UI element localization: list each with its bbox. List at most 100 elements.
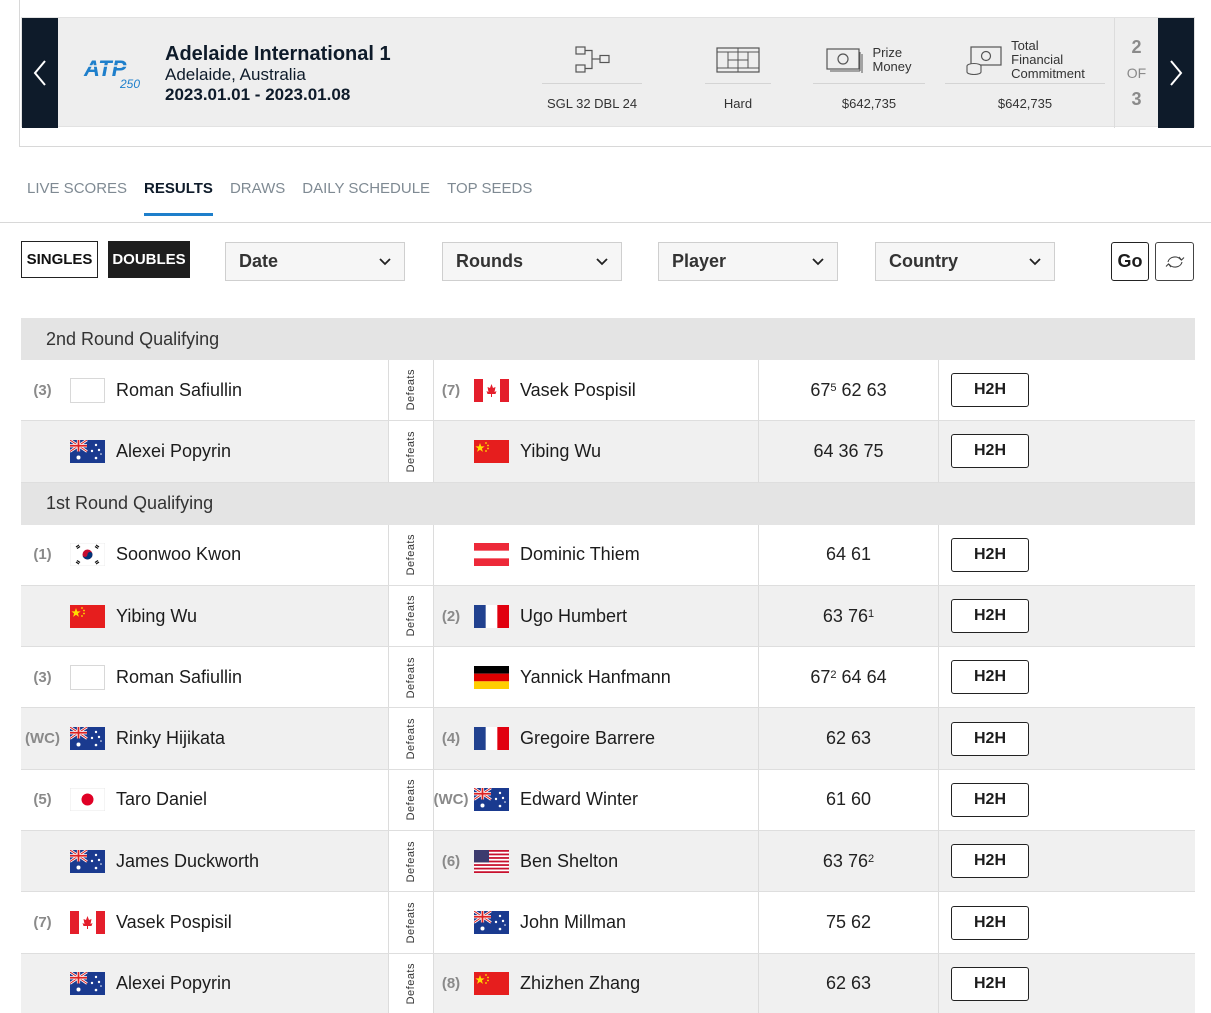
winner-seed: (1) <box>33 546 52 564</box>
winner-flag <box>64 586 110 646</box>
defeats-label: Defeats <box>388 708 434 769</box>
defeats-label: Defeats <box>388 421 434 482</box>
winner-name[interactable]: Alexei Popyrin <box>110 441 231 462</box>
defeats-label: Defeats <box>388 524 434 585</box>
tournament-info: Adelaide International 1 Adelaide, Austr… <box>165 42 391 106</box>
h2h-cell: H2H <box>939 360 1143 420</box>
winner-seed: (WC) <box>25 730 60 748</box>
match-row: James Duckworth Defeats (6) Ben Shelton 63 7… <box>21 831 1195 893</box>
atp-250-logo: ATP 250 <box>83 56 140 90</box>
singles-toggle[interactable]: SINGLES <box>21 241 98 278</box>
h2h-button[interactable]: H2H <box>951 966 1029 1001</box>
tab-live-scores[interactable]: LIVE SCORES <box>27 180 127 216</box>
round-header: 2nd Round Qualifying <box>21 318 1195 360</box>
rounds-dropdown[interactable]: Rounds <box>442 242 622 281</box>
h2h-button[interactable]: H2H <box>951 844 1029 879</box>
winner-name[interactable]: Taro Daniel <box>110 789 207 810</box>
tab-draws[interactable]: DRAWS <box>230 180 285 216</box>
reset-icon <box>1165 255 1184 268</box>
winner-name[interactable]: James Duckworth <box>110 851 259 872</box>
loser-name[interactable]: Ben Shelton <box>514 851 618 872</box>
flag-can-icon <box>69 911 105 935</box>
loser-seed: (WC) <box>433 791 469 809</box>
set-score: 62 <box>841 379 862 400</box>
loser-seed <box>434 647 468 707</box>
round-header: 1st Round Qualifying <box>21 482 1195 525</box>
flag-aus-icon <box>69 727 105 751</box>
loser-name[interactable]: John Millman <box>514 912 626 933</box>
h2h-cell: H2H <box>939 770 1143 830</box>
winner-name[interactable]: Rinky Hijikata <box>110 728 225 749</box>
financial-commitment-stat: Total Financial Commitment $642,735 <box>945 36 1105 116</box>
flag-usa-icon <box>473 849 509 873</box>
loser-flag <box>468 604 514 628</box>
winner-name[interactable]: Roman Safiullin <box>110 667 242 688</box>
match-score: 63 76 1 <box>759 585 939 647</box>
doubles-toggle[interactable]: DOUBLES <box>108 241 190 278</box>
loser-flag <box>468 788 514 812</box>
winner-name[interactable]: Roman Safiullin <box>110 380 242 401</box>
country-dropdown[interactable]: Country <box>875 242 1055 281</box>
loser-seed: (7) <box>441 381 461 399</box>
loser-name[interactable]: Yibing Wu <box>514 441 601 462</box>
match-score: 64 61 <box>759 524 939 585</box>
winner-name[interactable]: Soonwoo Kwon <box>110 544 241 565</box>
date-dropdown[interactable]: Date <box>225 242 405 281</box>
reset-filters-button[interactable] <box>1155 242 1194 281</box>
winner-seed: (3) <box>33 668 52 686</box>
next-tournament-button[interactable] <box>1158 18 1194 128</box>
defeats-text: Defeats <box>405 901 417 944</box>
winner-flag <box>64 647 110 707</box>
winner-flag <box>64 954 110 1013</box>
defeats-text: Defeats <box>405 369 417 411</box>
loser-name[interactable]: Gregoire Barrere <box>514 728 655 749</box>
loser-flag <box>468 972 514 996</box>
tab-daily-schedule[interactable]: DAILY SCHEDULE <box>302 180 430 216</box>
h2h-button[interactable]: H2H <box>951 721 1029 756</box>
winner-cell: Soonwoo Kwon <box>110 525 388 585</box>
winner-seed: (5) <box>33 791 52 809</box>
set-score: 67 <box>810 379 831 400</box>
h2h-button[interactable]: H2H <box>951 599 1029 634</box>
h2h-button[interactable]: H2H <box>951 537 1029 572</box>
h2h-button[interactable]: H2H <box>951 660 1029 695</box>
draw-bracket-icon <box>575 45 610 73</box>
go-button[interactable]: Go <box>1111 242 1149 281</box>
h2h-cell: H2H <box>939 892 1143 952</box>
flag-aus-icon <box>69 849 105 873</box>
h2h-button[interactable]: H2H <box>951 905 1029 940</box>
tab-results[interactable]: RESULTS <box>144 180 213 216</box>
loser-name[interactable]: Ugo Humbert <box>514 606 627 627</box>
loser-cell: Ben Shelton <box>468 831 759 892</box>
flag-aus-icon <box>473 788 509 812</box>
set-score: 36 <box>838 440 859 461</box>
winner-name[interactable]: Alexei Popyrin <box>110 973 231 994</box>
previous-tournament-button[interactable] <box>22 18 58 128</box>
loser-name[interactable]: Dominic Thiem <box>514 544 640 565</box>
h2h-button[interactable]: H2H <box>951 434 1029 469</box>
loser-seed: (6) <box>441 852 461 870</box>
set-score: 63 <box>851 728 872 749</box>
loser-seed <box>434 421 468 481</box>
winner-name[interactable]: Yibing Wu <box>110 606 197 627</box>
tournament-name[interactable]: Adelaide International 1 <box>165 42 391 66</box>
tab-top-seeds[interactable]: TOP SEEDS <box>447 180 532 216</box>
h2h-cell: H2H <box>939 421 1143 481</box>
loser-name[interactable]: Yannick Hanfmann <box>514 667 671 688</box>
winner-name[interactable]: Vasek Pospisil <box>110 912 232 933</box>
loser-name[interactable]: Zhizhen Zhang <box>514 973 640 994</box>
match-score: 64 36 75 <box>759 421 939 482</box>
loser-cell: Edward Winter <box>468 769 759 831</box>
winner-cell: James Duckworth <box>110 831 388 891</box>
loser-flag <box>468 727 514 751</box>
h2h-button[interactable]: H2H <box>951 782 1029 817</box>
set-score: 63 <box>822 605 843 626</box>
h2h-button[interactable]: H2H <box>951 373 1029 408</box>
loser-name[interactable]: Edward Winter <box>514 789 638 810</box>
player-dropdown[interactable]: Player <box>658 242 838 281</box>
match-row: (1) Soonwoo Kwon Defeats Dominic Thiem 64 61… <box>21 524 1195 586</box>
defeats-label: Defeats <box>388 892 434 953</box>
loser-name[interactable]: Vasek Pospisil <box>514 380 636 401</box>
country-dropdown-label: Country <box>889 251 958 271</box>
winner-flag <box>64 892 110 952</box>
